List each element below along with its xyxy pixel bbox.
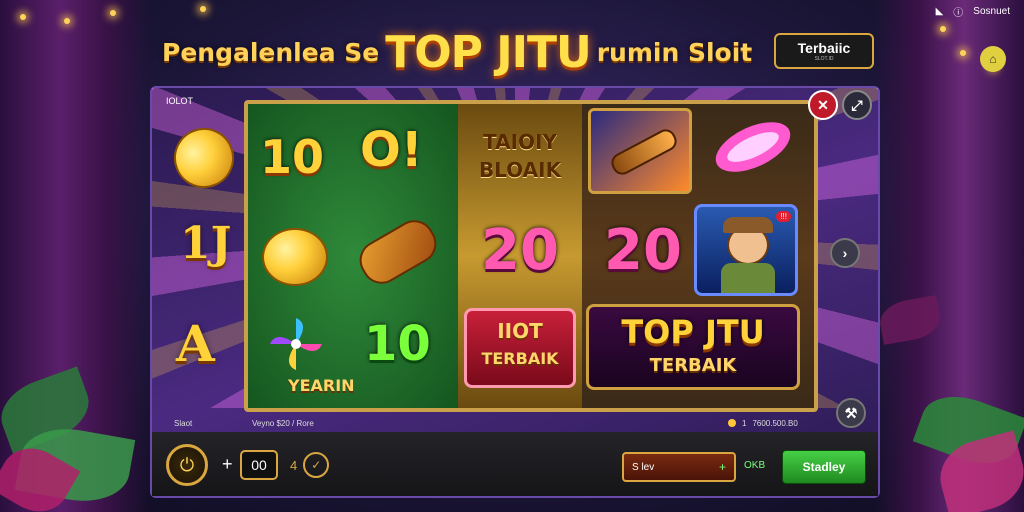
title-center: TOP JITU <box>385 26 591 78</box>
expand-icon: ⤢ <box>851 96 863 113</box>
info-strip: Slaot Veyno $20 / Rore 1 7600.500.B0 <box>152 414 878 432</box>
status-bar: ◣ ⓘ Sosnuet <box>936 4 1010 19</box>
symbol-20-pink: 20 <box>604 218 682 283</box>
power-icon: ⏻ <box>179 454 195 475</box>
start-button[interactable]: Stadley <box>782 450 866 484</box>
hero-character-card: !!! <box>694 204 798 296</box>
symbol-yearin: YEARIN <box>288 376 355 395</box>
status-label: Sosnuet <box>973 6 1010 17</box>
slot-game-frame: IOLOT 1J A 10 O! 10 YEARIN TAIOIY BLOAIK… <box>150 86 880 498</box>
speed-label: OKB <box>744 460 766 471</box>
info-middle: Veyno $20 / Rore <box>252 418 314 428</box>
reel-1: 10 O! 10 YEARIN <box>248 104 458 408</box>
level-label: S lev <box>632 461 655 473</box>
coin-icon <box>728 419 736 427</box>
power-button[interactable]: ⏻ <box>166 444 208 486</box>
side-letter-a: A <box>176 314 215 373</box>
reels-area[interactable]: 10 O! 10 YEARIN TAIOIY BLOAIK 20 IIOT TE… <box>244 100 818 412</box>
badge-main: Terbaiic <box>797 40 851 56</box>
top-jitu-logo-tile: TOP JTU TERBAIK <box>586 304 800 390</box>
expand-button[interactable]: ⤢ <box>842 90 872 120</box>
title-right: rumin Sloit <box>596 37 753 67</box>
tile-line-1: IIOT <box>497 319 543 343</box>
pinwheel-flower-icon <box>266 314 326 374</box>
badge-sub: SLOT.ID <box>814 56 834 62</box>
info-count: 1 <box>742 418 747 428</box>
logo-line-2: TERBAIK <box>649 355 737 376</box>
level-plus-icon: + <box>718 460 726 474</box>
control-bar: ⏻ + 00 4 ✓ S lev + OKB Stadley <box>152 432 878 496</box>
close-icon: ✕ <box>817 96 829 113</box>
logo-line-1: TOP JTU <box>621 313 765 351</box>
scroll-card-icon <box>588 108 692 194</box>
side-letter-1j: 1J <box>180 218 232 269</box>
slot-terbaik-tile: IIOT TERBAIK <box>464 308 576 388</box>
bet-value: 00 <box>251 457 267 473</box>
gold-coin-icon <box>262 228 328 286</box>
info-value: 7600.500.B0 <box>752 418 798 428</box>
reel2-text-1: TAIOIY <box>483 130 557 154</box>
reel2-text-2: BLOAIK <box>478 158 562 182</box>
string-lights <box>0 0 1024 70</box>
auto-prefix: 4 <box>290 457 298 473</box>
info-left: Slaot <box>174 418 193 428</box>
title-left: Pengalenlea Se <box>162 37 380 67</box>
symbol-20: 20 <box>481 218 559 283</box>
reel-2: TAIOIY BLOAIK 20 IIOT TERBAIK <box>458 104 582 408</box>
frame-label: IOLOT <box>166 96 194 106</box>
bet-value-box[interactable]: 00 <box>240 450 278 480</box>
info-balance: 1 7600.500.B0 <box>728 419 798 428</box>
gem-rocket-icon <box>708 112 798 182</box>
symbol-10: 10 <box>260 130 325 184</box>
close-button[interactable]: ✕ <box>808 90 838 120</box>
tile-line-2: TERBAIK <box>481 349 559 368</box>
scroll-icon <box>352 212 444 292</box>
info-icon: ⓘ <box>953 8 964 19</box>
menu-icon[interactable]: ⌂ <box>980 46 1006 72</box>
level-selector[interactable]: S lev + <box>622 452 736 482</box>
symbol-o-bang: O! <box>360 122 423 178</box>
chevron-right-icon: › <box>842 245 848 261</box>
hero-badge: !!! <box>776 211 791 222</box>
terbaik-badge[interactable]: Terbaiic SLOT.ID <box>774 33 874 69</box>
symbol-10-green: 10 <box>364 316 431 372</box>
auto-spin-group[interactable]: 4 ✓ <box>290 452 330 478</box>
check-icon: ✓ <box>303 452 330 478</box>
start-label: Stadley <box>802 460 846 474</box>
reel-3: 20 !!! TOP JTU TERBAIK <box>582 104 814 408</box>
next-button[interactable]: › <box>830 238 860 268</box>
plus-label: + <box>222 454 233 474</box>
wifi-icon: ◣ <box>935 6 944 17</box>
